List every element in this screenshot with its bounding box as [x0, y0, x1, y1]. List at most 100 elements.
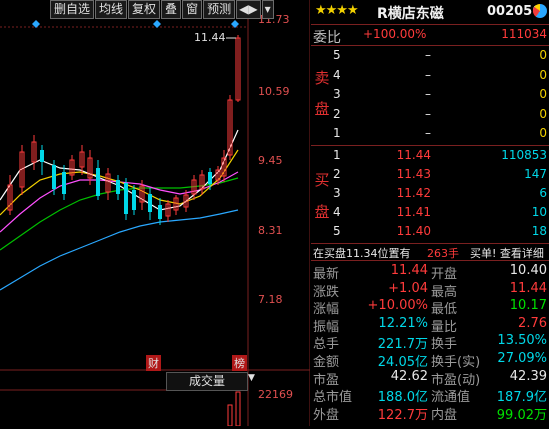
sell-order-level: 2 [333, 106, 341, 121]
sell-order-volume: 0 [539, 67, 547, 82]
ma-line-60 [0, 209, 239, 291]
sell-order-row[interactable]: 2 – 0 [311, 107, 549, 124]
event-marker-finance[interactable]: 财 [146, 355, 161, 371]
volume-dropdown-icon[interactable]: ▼ [248, 373, 255, 383]
buy-order-level: 4 [333, 205, 341, 219]
stat-label: 市盈 [313, 372, 340, 388]
stat-value: 27.09% [497, 351, 547, 366]
order-ratio-diff: 111034 [501, 27, 547, 41]
window-button[interactable]: 窗 [182, 0, 203, 19]
stat-label: 最高 [431, 284, 458, 300]
stat-value: 187.9亿 [496, 390, 547, 406]
buy-order-level: 1 [333, 148, 341, 162]
stat-value: 221.7万 [377, 337, 428, 353]
stat-label: 振幅 [313, 319, 340, 335]
adjust-price-button[interactable]: 复权 [128, 0, 161, 19]
buy-order-volume: 147 [524, 167, 547, 181]
stat-label: 最新 [313, 267, 340, 282]
stat-row: 金额 24.05亿 换手(实) 27.09% [311, 351, 549, 370]
stat-value: 11.44 [390, 263, 428, 278]
order-ratio-label: 委比 [313, 30, 341, 46]
volume-bar [227, 404, 233, 427]
sell-order-price: – [425, 67, 431, 82]
price-axis-label: 7.18 [258, 293, 283, 306]
volume-axis-label: 22169 [258, 388, 293, 401]
stat-label: 换手(实) [431, 355, 481, 370]
price-axis-label: 9.45 [258, 154, 283, 167]
stat-value: 10.40 [509, 263, 547, 278]
order-ratio-value: +100.00% [363, 27, 427, 41]
buy-order-row[interactable]: 3 11.42 6 [311, 186, 549, 203]
buy-order-row[interactable]: 1 11.44 110853 [311, 148, 549, 165]
stock-header: ★★★★ R横店东磁 002056 [311, 0, 549, 24]
sell-order-level: 3 [333, 87, 341, 101]
stat-row: 涨跌 +1.04 最高 11.44 [311, 280, 549, 300]
stat-value: 12.21% [378, 315, 428, 331]
chart-toolbar: 删自选 均线 复权 叠 窗 预测 ◀▶ ▾ [50, 0, 275, 19]
order-alert-count: 263手 [427, 247, 459, 260]
play-icon[interactable]: ◀▶ [236, 0, 261, 19]
stat-row: 总手 221.7万 换手 13.50% [311, 333, 549, 353]
overlay-button[interactable]: 叠 [161, 0, 182, 19]
stat-row: 最新 11.44 开盘 10.40 [311, 263, 549, 282]
stat-value: +10.00% [367, 298, 428, 314]
high-price-marker: 11.44 [194, 31, 226, 44]
buy-order-volume: 6 [539, 186, 547, 200]
quote-panel: ★★★★ R横店东磁 002056 委比 +100.00% 111034 卖 盘… [311, 0, 549, 426]
stat-label: 开盘 [431, 267, 458, 282]
volume-indicator-select[interactable]: 成交量 [166, 372, 248, 391]
divider [311, 45, 549, 46]
stat-value: 24.05亿 [377, 355, 428, 370]
buy-order-level: 3 [333, 186, 341, 200]
stat-label: 流通值 [431, 390, 471, 406]
buy-order-price: 11.44 [396, 148, 431, 162]
sell-order-row[interactable]: 4 – 0 [311, 68, 549, 85]
sell-order-volume: 0 [539, 87, 547, 101]
sell-order-price: – [425, 126, 431, 140]
stat-label: 涨幅 [313, 302, 340, 318]
stat-value: 11.44 [509, 280, 547, 296]
sell-order-row[interactable]: 1 – 0 [311, 126, 549, 143]
sell-order-volume: 0 [539, 126, 547, 140]
sell-order-row[interactable]: 5 – 0 [311, 48, 549, 65]
stat-value: 188.0亿 [377, 390, 428, 406]
divider [311, 145, 549, 146]
buy-order-level: 5 [333, 224, 341, 238]
sell-order-row[interactable]: 3 – 0 [311, 87, 549, 104]
stat-label: 涨跌 [313, 284, 340, 300]
buy-order-row[interactable]: 4 11.41 10 [311, 205, 549, 222]
stat-value: 99.02万 [496, 407, 547, 423]
dropdown-icon[interactable]: ▾ [261, 0, 274, 19]
stat-label: 金额 [313, 355, 340, 370]
stat-value: 42.62 [390, 368, 428, 384]
stat-label: 总市值 [313, 390, 353, 406]
buy-order-price: 11.41 [396, 205, 431, 219]
buy-order-row[interactable]: 2 11.43 147 [311, 167, 549, 184]
stock-name: R横店东磁 [377, 6, 444, 22]
order-detail-link[interactable]: 买单! 查看详细 [470, 245, 544, 261]
buy-order-row[interactable]: 5 11.40 18 [311, 224, 549, 241]
stat-label: 市盈(动) [431, 372, 481, 388]
volume-bar [235, 391, 241, 427]
stat-value: 2.76 [518, 315, 547, 331]
kline-chart[interactable]: 11.73 10.59 9.45 8.31 7.18 22169 11.44 财… [0, 0, 311, 427]
order-ratio-row: 委比 +100.00% 111034 [311, 27, 549, 46]
buy-order-price: 11.43 [396, 167, 431, 181]
forecast-button[interactable]: 预测 [203, 0, 236, 19]
order-alert-text: 在买盘11.34位置有 [313, 247, 411, 260]
order-alert-bar[interactable]: 在买盘11.34位置有 263手 买单! 查看详细 [311, 244, 549, 260]
stat-row: 涨幅 +10.00% 最低 10.17 [311, 298, 549, 318]
stat-label: 换手 [431, 337, 458, 353]
pie-chart-icon[interactable] [533, 4, 547, 18]
remove-watchlist-button[interactable]: 删自选 [50, 0, 95, 19]
price-axis-label: 10.59 [258, 85, 290, 98]
stat-label: 外盘 [313, 407, 340, 423]
stat-label: 内盘 [431, 407, 458, 423]
stat-label: 量比 [431, 319, 458, 335]
sell-order-level: 5 [333, 48, 341, 62]
moving-average-button[interactable]: 均线 [95, 0, 128, 19]
sell-order-level: 1 [333, 126, 341, 140]
event-marker-ranking[interactable]: 榜 [232, 355, 247, 371]
buy-order-volume: 110853 [501, 148, 547, 162]
divider [311, 24, 549, 25]
